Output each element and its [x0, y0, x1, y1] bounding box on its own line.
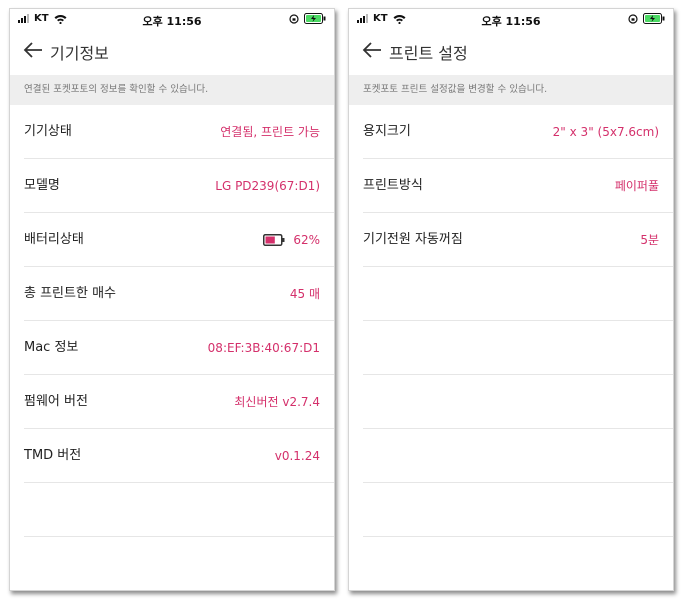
empty-row [363, 483, 673, 537]
back-arrow-icon[interactable] [22, 39, 44, 61]
empty-row [363, 429, 673, 483]
row-label: 기기상태 [24, 124, 72, 139]
battery-status-icon [643, 13, 665, 24]
row-value: 2" x 3" (5x7.6cm) [552, 125, 659, 139]
row-label: 모델명 [24, 178, 60, 193]
row-label: 총 프린트한 매수 [24, 286, 116, 301]
row-value: 45 매 [289, 287, 320, 301]
empty-row [363, 267, 673, 321]
print-settings-screen: KT 오후 11:56 프린트 설정 포켓포토 프린트 설정값을 변경할 수 있… [348, 8, 674, 591]
battery-icon [263, 234, 285, 246]
empty-row [24, 483, 334, 537]
row-label: 펌웨어 버전 [24, 394, 88, 409]
row-device-status: 기기상태 연결됨, 프린트 가능 [24, 105, 334, 159]
empty-row [24, 537, 334, 590]
status-time: 오후 11:56 [142, 15, 202, 28]
row-paper-size[interactable]: 용지크기 2" x 3" (5x7.6cm) [363, 105, 673, 159]
row-value: LG PD239(67:D1) [215, 179, 320, 193]
header: 프린트 설정 [349, 33, 673, 71]
header: 기기정보 [10, 33, 334, 71]
row-value: 연결됨, 프린트 가능 [220, 125, 320, 139]
info-list: 기기상태 연결됨, 프린트 가능 모델명 LG PD239(67:D1) 배터리… [10, 105, 334, 590]
empty-row [363, 321, 673, 375]
empty-row [363, 375, 673, 429]
row-model-name: 모델명 LG PD239(67:D1) [24, 159, 334, 213]
row-value: 5분 [640, 233, 659, 247]
row-value: 페이퍼풀 [614, 179, 659, 193]
info-banner: 연결된 포켓포토의 정보를 확인할 수 있습니다. [10, 75, 334, 105]
row-label: Mac 정보 [24, 340, 79, 355]
row-total-prints: 총 프린트한 매수 45 매 [24, 267, 334, 321]
row-label: TMD 버전 [24, 448, 82, 463]
row-value: 62% [293, 233, 320, 247]
row-tmd-version: TMD 버전 v0.1.24 [24, 429, 334, 483]
rotation-lock-icon [289, 13, 299, 24]
row-mac-info: Mac 정보 08:EF:3B:40:67:D1 [24, 321, 334, 375]
empty-row [363, 537, 673, 590]
row-value: 08:EF:3B:40:67:D1 [207, 341, 320, 355]
device-info-screen: KT 오후 11:56 기기정보 연결된 포켓포토의 정보를 확인할 수 있습니… [9, 8, 335, 591]
settings-list: 용지크기 2" x 3" (5x7.6cm) 프린트방식 페이퍼풀 기기전원 자… [349, 105, 673, 590]
row-label: 배터리상태 [24, 232, 84, 247]
row-firmware-version[interactable]: 펌웨어 버전 최신버전 v2.7.4 [24, 375, 334, 429]
row-label: 기기전원 자동꺼짐 [363, 232, 463, 247]
info-banner: 포켓포토 프린트 설정값을 변경할 수 있습니다. [349, 75, 673, 105]
row-print-mode[interactable]: 프린트방식 페이퍼풀 [363, 159, 673, 213]
row-label: 프린트방식 [363, 178, 423, 193]
battery-status-icon [304, 13, 326, 24]
row-label: 용지크기 [363, 124, 411, 139]
row-value: v0.1.24 [274, 449, 320, 463]
status-bar: KT 오후 11:56 [349, 9, 673, 31]
page-title: 프린트 설정 [389, 44, 468, 63]
page-title: 기기정보 [50, 44, 109, 63]
status-bar: KT 오후 11:56 [10, 9, 334, 31]
row-value: 최신버전 v2.7.4 [234, 395, 320, 409]
row-battery-status: 배터리상태 62% [24, 213, 334, 267]
status-time: 오후 11:56 [481, 15, 541, 28]
row-auto-power-off[interactable]: 기기전원 자동꺼짐 5분 [363, 213, 673, 267]
rotation-lock-icon [628, 13, 638, 24]
back-arrow-icon[interactable] [361, 39, 383, 61]
